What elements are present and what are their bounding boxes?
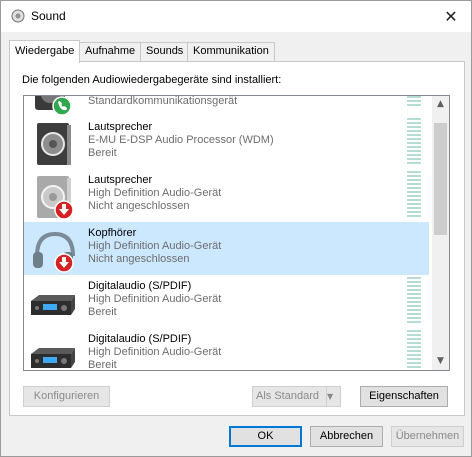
close-icon: ✕ [444, 7, 458, 26]
device-status: Bereit [88, 359, 117, 371]
speaker-with-phone-badge-icon [35, 96, 72, 116]
title-bar[interactable]: Sound ✕ [1, 1, 471, 32]
device-description: E-MU E-DSP Audio Processor (WDM) [88, 134, 274, 146]
digital-audio-receiver-icon [31, 348, 75, 368]
tab-sounds[interactable]: Sounds [140, 42, 190, 61]
device-list-scrollbar[interactable]: ▲ ▼ [432, 96, 449, 370]
device-item-communication[interactable]: Standardkommunikationsgerät [24, 95, 429, 116]
window-title: Sound [31, 9, 66, 23]
device-name: Standardkommunikationsgerät [88, 95, 238, 107]
properties-button[interactable]: Eigenschaften [360, 386, 448, 407]
chevron-up-icon: ▲ [437, 99, 444, 109]
level-meter [407, 277, 421, 325]
device-item-digital-audio-2[interactable]: Digitalaudio (S/PDIF) High Definition Au… [24, 328, 429, 371]
tab-wiedergabe[interactable]: Wiedergabe [9, 40, 81, 63]
device-status: Bereit [88, 147, 117, 159]
device-list-label: Die folgenden Audiowiedergabegeräte sind… [22, 74, 282, 86]
device-name: Digitalaudio (S/PDIF) [88, 280, 192, 292]
speaker-disconnected-icon [37, 176, 74, 220]
digital-audio-receiver-icon [31, 295, 75, 315]
level-meter [407, 330, 421, 370]
device-description: High Definition Audio-Gerät [88, 293, 222, 305]
chevron-down-icon[interactable]: ▼ [326, 387, 340, 406]
device-name: Digitalaudio (S/PDIF) [88, 333, 192, 345]
sound-app-icon [11, 9, 25, 23]
apply-button[interactable]: Übernehmen [391, 426, 464, 447]
set-default-button[interactable]: Als Standard ▼ [252, 386, 341, 407]
device-item-headphones[interactable]: Kopfhörer High Definition Audio-Gerät Ni… [24, 222, 429, 275]
level-meter [407, 171, 421, 219]
device-description: High Definition Audio-Gerät [88, 187, 222, 199]
close-button[interactable]: ✕ [437, 5, 465, 29]
scroll-down-button[interactable]: ▼ [432, 353, 449, 370]
tab-kommunikation[interactable]: Kommunikation [187, 42, 275, 61]
ok-button[interactable]: OK [229, 426, 302, 447]
chevron-down-icon: ▼ [437, 356, 444, 366]
set-default-label: Als Standard [256, 390, 319, 402]
playback-panel: Die folgenden Audiowiedergabegeräte sind… [9, 61, 465, 416]
device-list[interactable]: Standardkommunikationsgerät Lautsprecher… [23, 95, 450, 371]
device-item-speaker-hd[interactable]: Lautsprecher High Definition Audio-Gerät… [24, 169, 429, 222]
headphones-disconnected-icon [33, 231, 75, 273]
device-status: Nicht angeschlossen [88, 200, 190, 212]
scroll-thumb[interactable] [434, 123, 447, 235]
speaker-icon [37, 123, 71, 165]
level-meter [407, 118, 421, 166]
device-name: Lautsprecher [88, 121, 153, 133]
device-name: Lautsprecher [88, 174, 153, 186]
tab-aufnahme[interactable]: Aufnahme [79, 42, 142, 61]
device-name: Kopfhörer [88, 227, 137, 239]
device-item-speaker-emu[interactable]: Lautsprecher E-MU E-DSP Audio Processor … [24, 116, 429, 169]
device-status: Nicht angeschlossen [88, 253, 190, 265]
cancel-button[interactable]: Abbrechen [310, 426, 383, 447]
configure-button[interactable]: Konfigurieren [23, 386, 110, 407]
device-description: High Definition Audio-Gerät [88, 240, 222, 252]
sound-dialog: Sound ✕ Wiedergabe Aufnahme Sounds Kommu… [0, 0, 472, 457]
device-item-digital-audio-1[interactable]: Digitalaudio (S/PDIF) High Definition Au… [24, 275, 429, 328]
level-meter [407, 96, 421, 110]
device-description: High Definition Audio-Gerät [88, 346, 222, 358]
scroll-up-button[interactable]: ▲ [432, 96, 449, 113]
device-status: Bereit [88, 306, 117, 318]
